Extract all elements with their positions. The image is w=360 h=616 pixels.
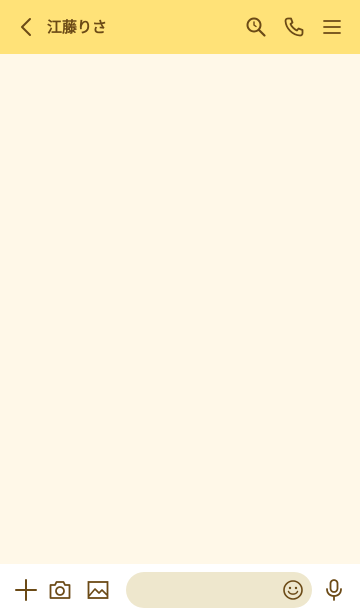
search-button[interactable] bbox=[243, 14, 269, 40]
back-chevron-icon bbox=[21, 18, 31, 36]
camera-icon bbox=[49, 581, 71, 599]
call-button[interactable] bbox=[281, 14, 307, 40]
emoji-icon bbox=[283, 580, 303, 600]
phone-icon bbox=[284, 17, 304, 37]
menu-button[interactable] bbox=[319, 14, 345, 40]
add-button[interactable] bbox=[12, 576, 40, 604]
chat-message-area[interactable] bbox=[0, 54, 360, 564]
search-icon bbox=[246, 17, 266, 37]
image-button[interactable] bbox=[84, 576, 112, 604]
plus-icon bbox=[15, 579, 37, 601]
menu-icon bbox=[323, 20, 341, 34]
back-button[interactable] bbox=[14, 14, 40, 40]
image-icon bbox=[87, 581, 109, 599]
message-footer bbox=[0, 564, 360, 616]
chat-header: 江藤りさ bbox=[0, 0, 360, 54]
emoji-button[interactable] bbox=[281, 578, 305, 602]
camera-button[interactable] bbox=[46, 576, 74, 604]
voice-button[interactable] bbox=[320, 576, 348, 604]
mic-icon bbox=[326, 579, 342, 601]
chat-title: 江藤りさ bbox=[47, 18, 108, 36]
